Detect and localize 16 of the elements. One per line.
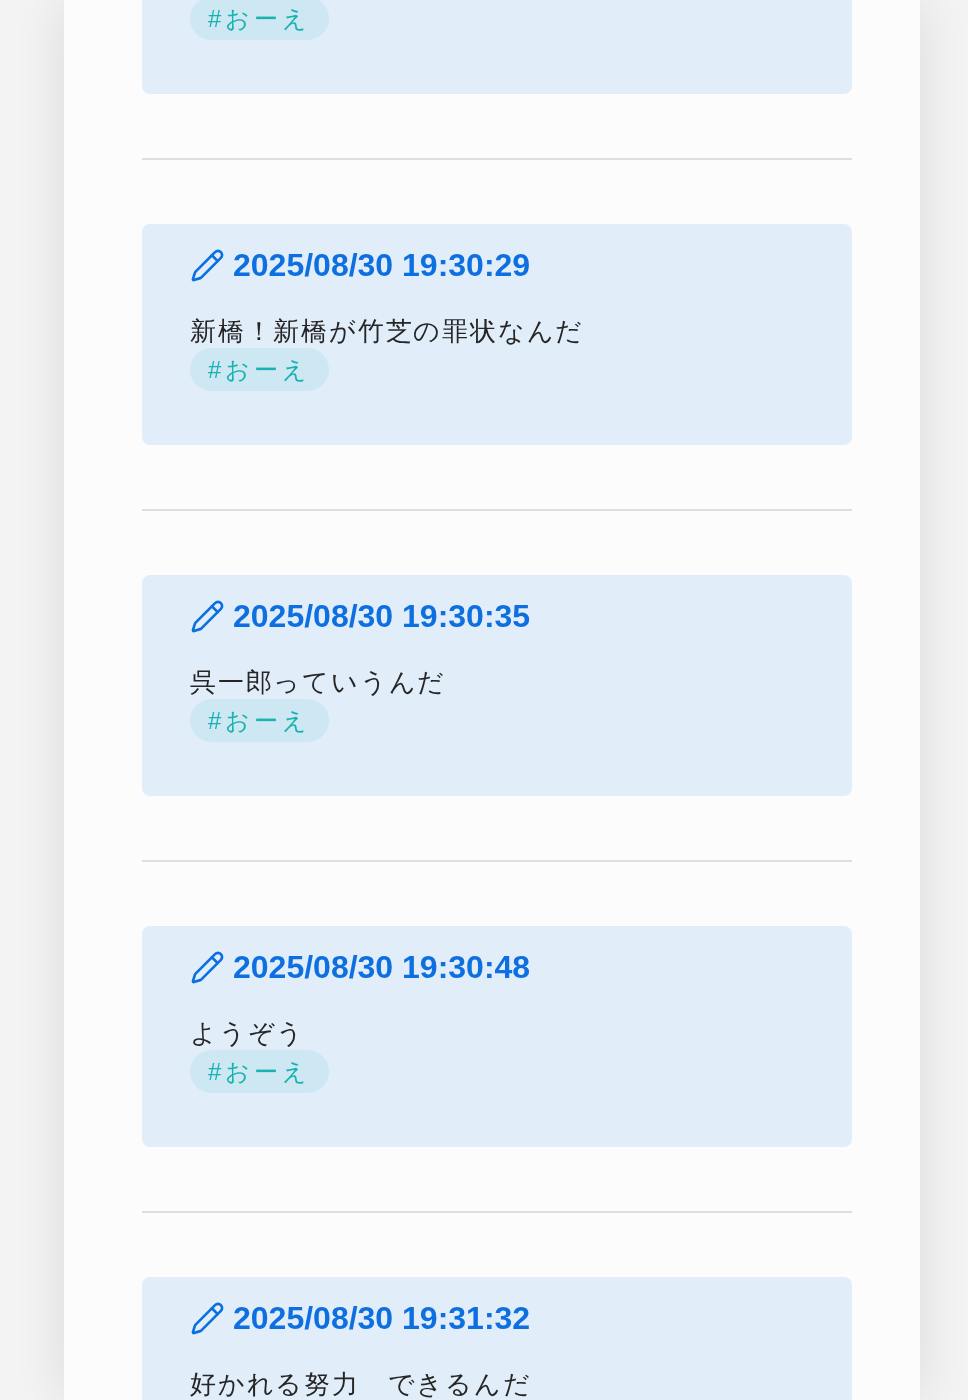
post-text: ようぞう: [190, 1017, 307, 1050]
post-timestamp: 2025/08/30 19:31:32: [233, 1302, 531, 1334]
post-timestamp: 2025/08/30 19:30:29: [233, 249, 531, 281]
hashtag-chip[interactable]: #おーえ: [190, 1050, 330, 1093]
pencil-icon[interactable]: [190, 949, 225, 985]
pencil-icon[interactable]: [190, 1300, 225, 1336]
hashtag-chip[interactable]: #おーえ: [190, 699, 330, 742]
post-text: 呉一郎っていうんだ: [190, 666, 448, 699]
hashtag-chip[interactable]: #おーえ: [190, 0, 330, 40]
pencil-icon[interactable]: [190, 247, 225, 283]
post-timestamp: 2025/08/30 19:30:48: [233, 951, 531, 983]
post-text: 新橋！新橋が竹芝の罪状なんだ: [190, 315, 586, 348]
hashtag-chip[interactable]: #おーえ: [190, 348, 330, 391]
post-text: 好かれる努力 できるんだ: [190, 1368, 533, 1400]
pencil-icon[interactable]: [190, 598, 225, 634]
post-timestamp: 2025/08/30 19:30:35: [233, 600, 531, 632]
